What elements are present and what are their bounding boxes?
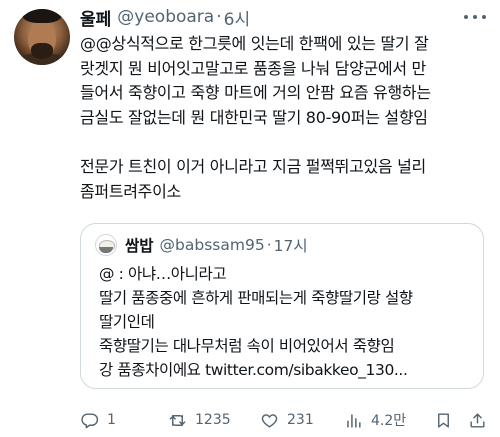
quoted-text-line: 딸기인데 bbox=[99, 313, 155, 331]
avatar[interactable] bbox=[14, 9, 70, 65]
quoted-text-line: @ : 아냐…아니라고 bbox=[99, 265, 227, 283]
quoted-tweet-header: 쌈밥 @babssam95 · 17시 bbox=[95, 232, 308, 258]
share-button[interactable] bbox=[468, 407, 495, 433]
author-name[interactable]: 울페 bbox=[80, 5, 111, 30]
tweet-text-line: 랏겟지 뭔 비어잇고말고로 품종을 나눠 담양군에서 만 bbox=[80, 58, 426, 78]
tweet-text-line: 금실도 잘없는데 뭔 대한민국 딸기 80-90퍼는 설향임 bbox=[80, 107, 428, 127]
tweet-text-line: 좀퍼트려주이소 bbox=[80, 181, 181, 201]
quoted-tweet[interactable]: 쌈밥 @babssam95 · 17시 @ : 아냐…아니라고 딸기 품종중에 … bbox=[80, 223, 484, 389]
quoted-tweet-text: @ : 아냐…아니라고 딸기 품종중에 흔하게 판매되는게 죽향딸기랑 설향 딸… bbox=[99, 262, 477, 382]
views-chart-icon bbox=[347, 413, 361, 428]
quoted-avatar[interactable] bbox=[95, 234, 117, 256]
tweet-text-line: 전문가 트친이 이거 아니라고 지금 펄쩍뛰고있음 널리 bbox=[80, 156, 426, 176]
action-bar: 1 1235 231 4.2만 bbox=[80, 407, 492, 433]
quoted-author-handle: @babssam95 bbox=[159, 236, 265, 254]
quoted-separator-dot: · bbox=[266, 236, 272, 254]
views-count: 4.2만 bbox=[371, 413, 407, 429]
heart-icon bbox=[261, 413, 278, 428]
bookmark-icon bbox=[438, 412, 449, 428]
share-icon bbox=[470, 412, 485, 428]
retweet-button[interactable]: 1235 bbox=[168, 407, 231, 433]
tweet-header: 울페 @yeoboara · 6시 bbox=[80, 4, 460, 30]
author-handle[interactable]: @yeoboara bbox=[117, 7, 214, 27]
tweet-text-line: @@상식적으로 한그릇에 잇는데 한팩에 있는 딸기 잘 bbox=[80, 34, 429, 53]
quoted-text-line: 강 품종차이에요 twitter.com/sibakkeo_130... bbox=[99, 361, 408, 379]
like-button[interactable]: 231 bbox=[260, 407, 314, 433]
tweet-text-line: 들어서 죽향이고 죽향 마트에 거의 안팜 요즘 유행하는 bbox=[80, 83, 431, 103]
retweet-icon bbox=[169, 414, 186, 426]
separator-dot: · bbox=[216, 7, 222, 27]
like-count: 231 bbox=[287, 412, 314, 428]
retweet-count: 1235 bbox=[195, 412, 231, 428]
views-button[interactable]: 4.2만 bbox=[344, 407, 406, 433]
reply-count: 1 bbox=[107, 412, 116, 428]
reply-icon bbox=[81, 412, 99, 428]
bookmark-button[interactable] bbox=[434, 407, 461, 433]
more-options-icon[interactable] bbox=[464, 9, 486, 25]
quoted-tweet-time: 17시 bbox=[273, 237, 308, 255]
quoted-text-line: 딸기 품종중에 흔하게 판매되는게 죽향딸기랑 설향 bbox=[99, 289, 413, 307]
tweet-text: @@상식적으로 한그릇에 잇는데 한팩에 있는 딸기 잘 랏겟지 뭔 비어잇고말… bbox=[80, 32, 492, 204]
quoted-author-name: 쌈밥 bbox=[125, 237, 154, 255]
reply-button[interactable]: 1 bbox=[80, 407, 116, 433]
quoted-text-line: 죽향딸기는 대나무처럼 속이 비어있어서 죽향임 bbox=[99, 337, 395, 355]
tweet-time[interactable]: 6시 bbox=[224, 5, 250, 30]
